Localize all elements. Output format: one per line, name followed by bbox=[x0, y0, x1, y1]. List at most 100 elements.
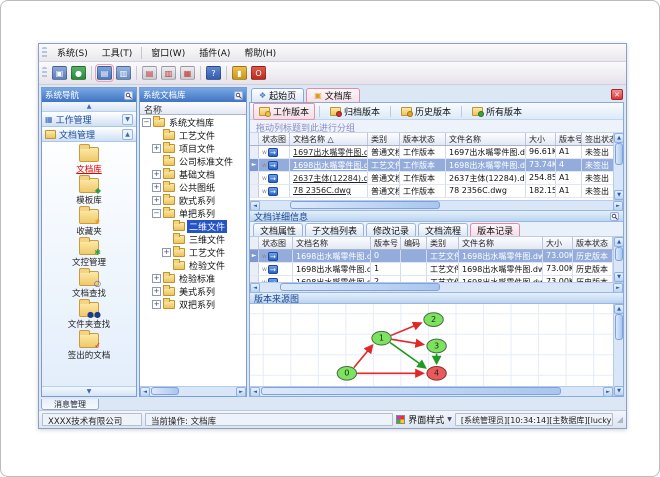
scroll-right-icon[interactable]: ► bbox=[603, 387, 613, 397]
tree-node-检验标准[interactable]: + 检验标准 bbox=[140, 272, 246, 285]
column-header-版本状态[interactable]: 版本状态 bbox=[400, 133, 446, 145]
scroll-down-icon[interactable]: ▼ bbox=[614, 190, 623, 200]
graph-vertical-scrollbar[interactable]: ▲ ▼ bbox=[613, 304, 624, 396]
sidebar-item-模板库[interactable]: ◆ 模板库 bbox=[76, 175, 102, 206]
column-header-文档名称[interactable]: 文档名称 △ bbox=[290, 133, 368, 145]
column-header-版本号[interactable]: 版本号 bbox=[371, 237, 401, 249]
scrollbar-thumb[interactable] bbox=[614, 314, 623, 340]
document-link[interactable]: 78 2356C.dwg bbox=[293, 186, 351, 195]
sidebar-item-收藏夹[interactable]: ★ 收藏夹 bbox=[76, 206, 102, 237]
detail-tab-子文档列表[interactable]: 子文档列表 bbox=[305, 223, 365, 237]
menu-tools[interactable]: 工具(T) bbox=[95, 44, 140, 61]
version-filter-所有版本[interactable]: 所有版本 bbox=[466, 103, 528, 120]
tree-horizontal-scrollbar[interactable]: ◄ ► bbox=[140, 386, 246, 397]
menu-window[interactable]: 窗口(W) bbox=[144, 44, 192, 61]
detail-tab-文档流程[interactable]: 文档流程 bbox=[418, 223, 469, 237]
scrollbar-thumb[interactable] bbox=[614, 247, 623, 261]
graph-horizontal-scrollbar[interactable]: ◄ ► bbox=[250, 386, 613, 397]
version-node-3[interactable]: 3 bbox=[426, 338, 447, 354]
sidebar-section-work[interactable]: ▦ 工作管理 ▼ bbox=[42, 112, 136, 127]
tab-message-management[interactable]: 消息管理 bbox=[41, 399, 99, 410]
sidebar-expand-strip[interactable]: ▼ bbox=[42, 386, 136, 396]
tree-node-公司标准文件[interactable]: 公司标准文件 bbox=[140, 155, 246, 168]
scroll-left-icon[interactable]: ◄ bbox=[140, 387, 150, 397]
version-node-0[interactable]: 0 bbox=[336, 365, 358, 381]
scrollbar-thumb[interactable] bbox=[261, 387, 561, 395]
expand-plus-icon[interactable]: + bbox=[162, 248, 171, 257]
logout-icon[interactable]: O bbox=[251, 66, 266, 80]
tree-node-系统文档库[interactable]: − 系统文档库 bbox=[140, 116, 246, 129]
tab-document-library[interactable]: ▣ 文档库 bbox=[306, 88, 360, 102]
scrollbar-thumb[interactable] bbox=[280, 283, 440, 291]
table-row[interactable]: w→1697出水嘴零件图.dwg普通文档工作版本1697出水嘴零件图.dwg96… bbox=[250, 146, 613, 159]
chevron-up-icon[interactable]: ▲ bbox=[122, 128, 133, 140]
interface-monitor-icon[interactable]: ▣ bbox=[52, 66, 67, 80]
tree-node-美式系列[interactable]: + 美式系列 bbox=[140, 285, 246, 298]
expand-plus-icon[interactable]: + bbox=[152, 170, 161, 179]
scroll-left-icon[interactable]: ◄ bbox=[250, 387, 260, 397]
doc-checkin-icon[interactable]: ▤ bbox=[142, 66, 157, 80]
scroll-down-icon[interactable]: ▼ bbox=[614, 386, 624, 396]
tree-node-公共图纸[interactable]: + 公共图纸 bbox=[140, 181, 246, 194]
scroll-up-icon[interactable]: ▲ bbox=[614, 237, 623, 247]
column-header-状态图[interactable]: 状态图 bbox=[259, 133, 290, 145]
version-filter-工作版本[interactable]: 工作版本 bbox=[253, 102, 316, 120]
grid1-horizontal-scrollbar[interactable]: ◄ ► bbox=[250, 200, 623, 210]
doc-checkout-icon[interactable]: ▥ bbox=[161, 66, 176, 80]
scrollbar-thumb[interactable] bbox=[290, 201, 440, 209]
expand-plus-icon[interactable]: + bbox=[152, 183, 161, 192]
version-node-1[interactable]: 1 bbox=[371, 330, 392, 346]
version-filter-归档版本[interactable]: 归档版本 bbox=[324, 103, 386, 120]
pin-icon[interactable] bbox=[610, 211, 619, 221]
menu-help[interactable]: 帮助(H) bbox=[237, 44, 283, 61]
globe-icon[interactable]: ● bbox=[71, 66, 86, 80]
expand-plus-icon[interactable]: + bbox=[152, 196, 161, 205]
column-header-文件名称[interactable]: 文件名称 bbox=[459, 237, 543, 249]
scrollbar-thumb[interactable] bbox=[614, 143, 623, 165]
table-row[interactable]: w→2637主体(12284).dwg普通文档工作版本2637主体(12284)… bbox=[250, 172, 613, 185]
sidebar-item-文件夹查找[interactable]: ●● 文件夹查找 bbox=[68, 299, 110, 330]
grid2-horizontal-scrollbar[interactable]: ◄ ► bbox=[250, 282, 623, 292]
sidebar-item-文控管理[interactable]: ✱ 文控管理 bbox=[72, 237, 106, 268]
column-header-文档名称[interactable]: 文档名称 bbox=[293, 237, 371, 249]
table-row[interactable]: w→1698出水嘴零件图.dwg1工艺文件1698出水嘴零件图.dwg73.00… bbox=[250, 263, 613, 276]
grid1-vertical-scrollbar[interactable]: ▲ ▼ bbox=[613, 133, 623, 200]
column-header-类别[interactable]: 类别 bbox=[368, 133, 400, 145]
tab-start-page[interactable]: ❖ 起始页 bbox=[251, 88, 305, 102]
tree-node-项目文件[interactable]: + 项目文件 bbox=[140, 142, 246, 155]
scroll-right-icon[interactable]: ► bbox=[613, 201, 623, 210]
version-node-4[interactable]: 4 bbox=[426, 365, 447, 381]
collapse-minus-icon[interactable]: − bbox=[142, 118, 151, 127]
version-filter-历史版本[interactable]: 历史版本 bbox=[395, 103, 457, 120]
scrollbar-thumb[interactable] bbox=[151, 387, 179, 395]
table-row[interactable]: ►w→1698出水嘴零件图.dwg工艺文件工作版本1698出水嘴零件图.dwg7… bbox=[250, 159, 613, 172]
menu-plugins[interactable]: 插件(A) bbox=[192, 44, 237, 61]
tree-node-检验文件[interactable]: 检验文件 bbox=[140, 259, 246, 272]
chevron-down-icon[interactable]: ▼ bbox=[122, 113, 133, 125]
interface-style-picker[interactable]: 界面样式 ▼ bbox=[396, 413, 452, 426]
tree-node-工艺文件[interactable]: + 工艺文件 bbox=[140, 246, 246, 259]
column-header-签出状态[interactable]: 签出状态 bbox=[582, 133, 613, 145]
sidebar-section-document[interactable]: 文档管理 ▲ bbox=[42, 127, 136, 142]
tree-column-header[interactable]: 名称 bbox=[140, 102, 246, 116]
column-header-大小[interactable]: 大小 bbox=[543, 237, 573, 249]
scroll-up-icon[interactable]: ▲ bbox=[614, 133, 623, 143]
table-row[interactable]: ►w→1698出水嘴零件图.dwg0工艺文件1698出水嘴零件图.dwg73.0… bbox=[250, 250, 613, 263]
pin-icon[interactable] bbox=[234, 90, 243, 100]
sidebar-item-文档查找[interactable]: ○ 文档查找 bbox=[72, 268, 106, 299]
tree-node-基础文档[interactable]: + 基础文档 bbox=[140, 168, 246, 181]
scroll-down-icon[interactable]: ▼ bbox=[614, 272, 623, 282]
expand-plus-icon[interactable]: + bbox=[152, 287, 161, 296]
tree-node-欧式系列[interactable]: + 欧式系列 bbox=[140, 194, 246, 207]
scroll-right-icon[interactable]: ► bbox=[236, 387, 246, 397]
table-row[interactable]: w → 78 2356C.dwg 普通文档 工作版本 78 2356C.dwg 182.15… bbox=[250, 185, 613, 198]
scroll-left-icon[interactable]: ◄ bbox=[250, 283, 260, 292]
expand-plus-icon[interactable]: + bbox=[152, 300, 161, 309]
document-link[interactable]: 2637主体(12284).dwg bbox=[293, 174, 367, 183]
column-header-版本状态[interactable]: 版本状态 bbox=[573, 237, 613, 249]
column-header-类别[interactable]: 类别 bbox=[427, 237, 459, 249]
tree-node-双把系列[interactable]: + 双把系列 bbox=[140, 298, 246, 311]
expand-plus-icon[interactable]: + bbox=[152, 144, 161, 153]
doc-cancel-icon[interactable]: ▦ bbox=[180, 66, 195, 80]
column-header-编码[interactable]: 编码 bbox=[401, 237, 427, 249]
